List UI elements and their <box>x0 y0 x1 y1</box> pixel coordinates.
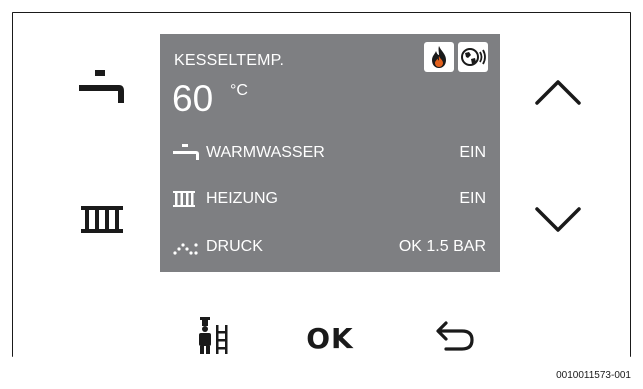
figure-code: 0010011573-001 <box>556 370 631 381</box>
ok-button[interactable]: OK <box>298 318 362 358</box>
hot-water-button[interactable] <box>74 66 130 110</box>
pressure-icon <box>172 237 202 257</box>
chimney-sweep-icon <box>199 317 228 354</box>
heating-value: EIN <box>459 190 486 207</box>
internet-connection-icon <box>461 48 486 66</box>
radiator-icon <box>172 189 202 209</box>
radiator-icon <box>81 206 123 233</box>
hot-water-value: EIN <box>459 144 486 161</box>
status-row-hot-water: WARMWASSER EIN <box>172 140 486 166</box>
down-button[interactable] <box>530 200 586 240</box>
chevron-down-icon <box>535 207 581 232</box>
screen-title: KESSELTEMP. <box>174 52 285 69</box>
chevron-up-icon <box>535 80 581 105</box>
pressure-label: DRUCK <box>206 238 263 255</box>
internet-status <box>458 42 488 72</box>
status-row-heating: HEIZUNG EIN <box>172 186 486 212</box>
hot-water-tap-icon <box>79 70 124 103</box>
flame-status <box>424 42 454 72</box>
back-arrow-icon <box>436 321 474 351</box>
hot-water-label: WARMWASSER <box>206 144 325 161</box>
up-button[interactable] <box>530 72 586 112</box>
temperature-unit: °C <box>230 82 248 99</box>
status-icons <box>424 42 488 72</box>
chimney-sweep-button[interactable] <box>190 312 236 358</box>
heating-button[interactable] <box>74 200 130 240</box>
flame-icon <box>432 46 446 68</box>
pressure-value: OK 1.5 BAR <box>398 238 486 255</box>
heating-label: HEIZUNG <box>206 190 278 207</box>
status-row-pressure: DRUCK OK 1.5 BAR <box>172 234 486 260</box>
temperature-value: 60 <box>172 78 214 119</box>
hot-water-tap-icon <box>172 143 202 163</box>
display-screen: KESSELTEMP. 60 °C WARMWASSER EIN HEIZUNG… <box>160 34 500 272</box>
back-button[interactable] <box>430 316 480 356</box>
